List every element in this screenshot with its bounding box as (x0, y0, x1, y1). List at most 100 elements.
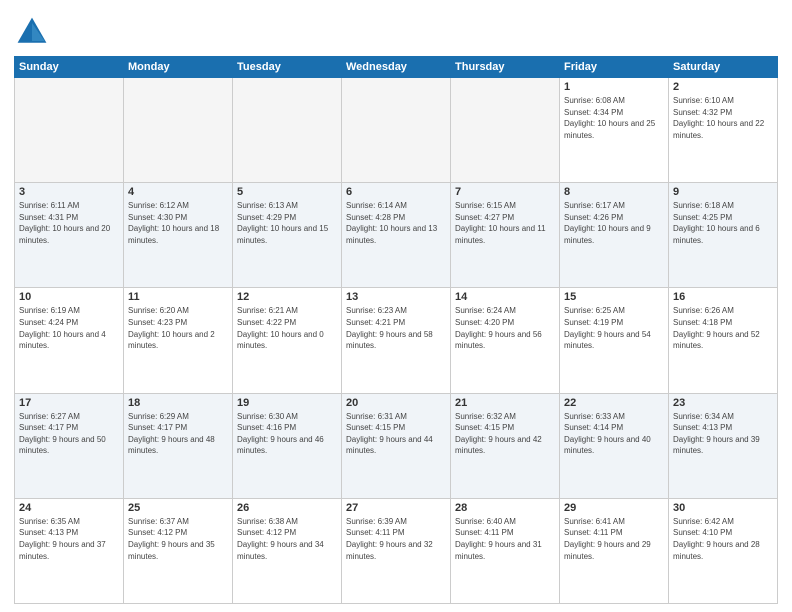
day-number: 13 (346, 291, 446, 303)
calendar-cell (233, 78, 342, 183)
calendar-cell: 5 Sunrise: 6:13 AMSunset: 4:29 PMDaylight… (233, 183, 342, 288)
calendar-week-row: 3 Sunrise: 6:11 AMSunset: 4:31 PMDaylight… (15, 183, 778, 288)
calendar-table: SundayMondayTuesdayWednesdayThursdayFrid… (14, 56, 778, 604)
day-number: 3 (19, 186, 119, 198)
day-info: Sunrise: 6:32 AMSunset: 4:15 PMDaylight:… (455, 411, 555, 457)
calendar-cell: 22 Sunrise: 6:33 AMSunset: 4:14 PMDayligh… (560, 393, 669, 498)
calendar-cell: 30 Sunrise: 6:42 AMSunset: 4:10 PMDayligh… (669, 498, 778, 603)
header (14, 10, 778, 50)
calendar-week-row: 17 Sunrise: 6:27 AMSunset: 4:17 PMDayligh… (15, 393, 778, 498)
day-info: Sunrise: 6:11 AMSunset: 4:31 PMDaylight:… (19, 200, 119, 246)
day-info: Sunrise: 6:20 AMSunset: 4:23 PMDaylight:… (128, 305, 228, 351)
calendar-cell: 23 Sunrise: 6:34 AMSunset: 4:13 PMDayligh… (669, 393, 778, 498)
day-info: Sunrise: 6:14 AMSunset: 4:28 PMDaylight:… (346, 200, 446, 246)
day-info: Sunrise: 6:34 AMSunset: 4:13 PMDaylight:… (673, 411, 773, 457)
day-info: Sunrise: 6:13 AMSunset: 4:29 PMDaylight:… (237, 200, 337, 246)
day-info: Sunrise: 6:19 AMSunset: 4:24 PMDaylight:… (19, 305, 119, 351)
calendar-cell: 11 Sunrise: 6:20 AMSunset: 4:23 PMDayligh… (124, 288, 233, 393)
day-info: Sunrise: 6:35 AMSunset: 4:13 PMDaylight:… (19, 516, 119, 562)
day-number: 10 (19, 291, 119, 303)
day-number: 2 (673, 81, 773, 93)
calendar-week-row: 24 Sunrise: 6:35 AMSunset: 4:13 PMDayligh… (15, 498, 778, 603)
day-info: Sunrise: 6:31 AMSunset: 4:15 PMDaylight:… (346, 411, 446, 457)
day-number: 29 (564, 502, 664, 514)
logo (14, 14, 54, 50)
day-info: Sunrise: 6:38 AMSunset: 4:12 PMDaylight:… (237, 516, 337, 562)
weekday-header: Saturday (669, 57, 778, 78)
day-number: 6 (346, 186, 446, 198)
calendar-cell: 29 Sunrise: 6:41 AMSunset: 4:11 PMDayligh… (560, 498, 669, 603)
day-number: 8 (564, 186, 664, 198)
day-number: 17 (19, 397, 119, 409)
day-number: 27 (346, 502, 446, 514)
calendar-week-row: 10 Sunrise: 6:19 AMSunset: 4:24 PMDayligh… (15, 288, 778, 393)
calendar-cell: 19Sunrise: 6:30 AMSunset: 4:16 PMDayligh… (233, 393, 342, 498)
calendar-cell: 24 Sunrise: 6:35 AMSunset: 4:13 PMDayligh… (15, 498, 124, 603)
weekday-header: Thursday (451, 57, 560, 78)
calendar-cell: 2 Sunrise: 6:10 AMSunset: 4:32 PMDaylight… (669, 78, 778, 183)
calendar-header-row: SundayMondayTuesdayWednesdayThursdayFrid… (15, 57, 778, 78)
calendar-cell: 9Sunrise: 6:18 AMSunset: 4:25 PMDaylight… (669, 183, 778, 288)
day-info: Sunrise: 6:42 AMSunset: 4:10 PMDaylight:… (673, 516, 773, 562)
calendar-cell: 13 Sunrise: 6:23 AMSunset: 4:21 PMDayligh… (342, 288, 451, 393)
logo-icon (14, 14, 50, 50)
day-number: 26 (237, 502, 337, 514)
day-number: 16 (673, 291, 773, 303)
day-number: 15 (564, 291, 664, 303)
day-info: Sunrise: 6:25 AMSunset: 4:19 PMDaylight:… (564, 305, 664, 351)
calendar-cell (342, 78, 451, 183)
day-info: Sunrise: 6:33 AMSunset: 4:14 PMDaylight:… (564, 411, 664, 457)
calendar-cell: 21 Sunrise: 6:32 AMSunset: 4:15 PMDayligh… (451, 393, 560, 498)
calendar-cell: 8 Sunrise: 6:17 AMSunset: 4:26 PMDaylight… (560, 183, 669, 288)
day-info: Sunrise: 6:21 AMSunset: 4:22 PMDaylight:… (237, 305, 337, 351)
day-info: Sunrise: 6:12 AMSunset: 4:30 PMDaylight:… (128, 200, 228, 246)
calendar-cell: 3 Sunrise: 6:11 AMSunset: 4:31 PMDaylight… (15, 183, 124, 288)
day-info: Sunrise: 6:29 AMSunset: 4:17 PMDaylight:… (128, 411, 228, 457)
calendar-cell: 25Sunrise: 6:37 AMSunset: 4:12 PMDayligh… (124, 498, 233, 603)
day-info: Sunrise: 6:10 AMSunset: 4:32 PMDaylight:… (673, 95, 773, 141)
day-number: 22 (564, 397, 664, 409)
calendar-cell: 7 Sunrise: 6:15 AMSunset: 4:27 PMDaylight… (451, 183, 560, 288)
day-info: Sunrise: 6:26 AMSunset: 4:18 PMDaylight:… (673, 305, 773, 351)
day-number: 24 (19, 502, 119, 514)
day-info: Sunrise: 6:37 AMSunset: 4:12 PMDaylight:… (128, 516, 228, 562)
day-number: 18 (128, 397, 228, 409)
day-info: Sunrise: 6:30 AMSunset: 4:16 PMDaylight:… (237, 411, 337, 457)
day-info: Sunrise: 6:17 AMSunset: 4:26 PMDaylight:… (564, 200, 664, 246)
day-info: Sunrise: 6:23 AMSunset: 4:21 PMDaylight:… (346, 305, 446, 351)
calendar-cell: 16 Sunrise: 6:26 AMSunset: 4:18 PMDayligh… (669, 288, 778, 393)
weekday-header: Sunday (15, 57, 124, 78)
weekday-header: Monday (124, 57, 233, 78)
calendar-cell: 27 Sunrise: 6:39 AMSunset: 4:11 PMDayligh… (342, 498, 451, 603)
day-number: 5 (237, 186, 337, 198)
calendar-cell: 1Sunrise: 6:08 AMSunset: 4:34 PMDaylight… (560, 78, 669, 183)
weekday-header: Wednesday (342, 57, 451, 78)
calendar-cell: 28Sunrise: 6:40 AMSunset: 4:11 PMDayligh… (451, 498, 560, 603)
day-info: Sunrise: 6:18 AMSunset: 4:25 PMDaylight:… (673, 200, 773, 246)
calendar-cell: 17 Sunrise: 6:27 AMSunset: 4:17 PMDayligh… (15, 393, 124, 498)
calendar-cell: 20 Sunrise: 6:31 AMSunset: 4:15 PMDayligh… (342, 393, 451, 498)
day-number: 21 (455, 397, 555, 409)
day-number: 14 (455, 291, 555, 303)
day-info: Sunrise: 6:08 AMSunset: 4:34 PMDaylight:… (564, 95, 664, 141)
day-info: Sunrise: 6:27 AMSunset: 4:17 PMDaylight:… (19, 411, 119, 457)
day-number: 23 (673, 397, 773, 409)
calendar-cell (124, 78, 233, 183)
day-number: 12 (237, 291, 337, 303)
day-info: Sunrise: 6:15 AMSunset: 4:27 PMDaylight:… (455, 200, 555, 246)
day-number: 4 (128, 186, 228, 198)
day-info: Sunrise: 6:39 AMSunset: 4:11 PMDaylight:… (346, 516, 446, 562)
day-number: 11 (128, 291, 228, 303)
day-number: 30 (673, 502, 773, 514)
calendar-cell: 6 Sunrise: 6:14 AMSunset: 4:28 PMDaylight… (342, 183, 451, 288)
calendar-cell: 10 Sunrise: 6:19 AMSunset: 4:24 PMDayligh… (15, 288, 124, 393)
day-number: 28 (455, 502, 555, 514)
calendar-cell (15, 78, 124, 183)
calendar-cell: 26 Sunrise: 6:38 AMSunset: 4:12 PMDayligh… (233, 498, 342, 603)
weekday-header: Tuesday (233, 57, 342, 78)
day-number: 7 (455, 186, 555, 198)
day-number: 20 (346, 397, 446, 409)
calendar-cell: 14Sunrise: 6:24 AMSunset: 4:20 PMDayligh… (451, 288, 560, 393)
calendar-week-row: 1Sunrise: 6:08 AMSunset: 4:34 PMDaylight… (15, 78, 778, 183)
day-info: Sunrise: 6:41 AMSunset: 4:11 PMDaylight:… (564, 516, 664, 562)
